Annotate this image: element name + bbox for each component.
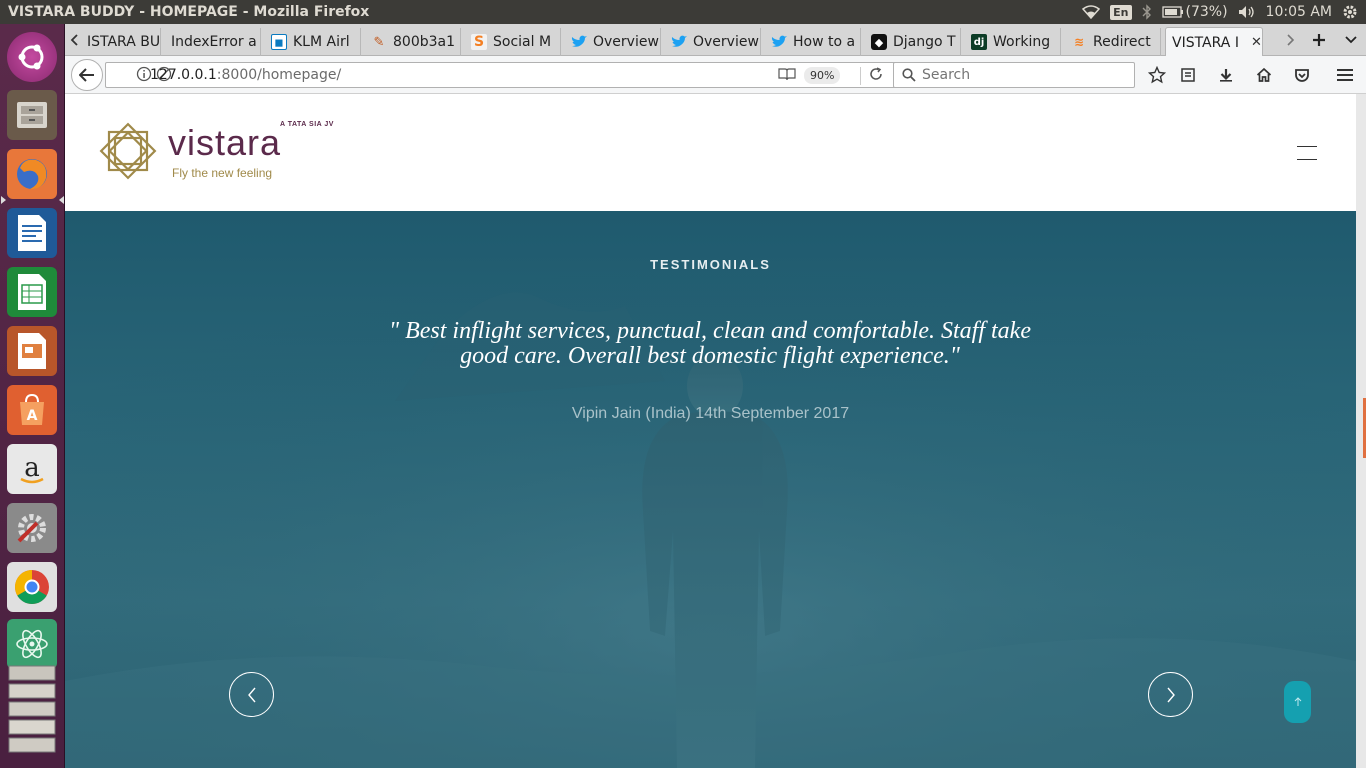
system-tray: En (73%) 10:05 AM <box>1082 0 1366 24</box>
tab[interactable]: ✎ 800b3a1 <box>365 28 461 56</box>
tab-bar: ISTARA BU IndexError a ◼ KLM Airl ✎ 800b… <box>65 24 1366 57</box>
scroll-to-top-button[interactable] <box>1284 681 1311 723</box>
downloads-icon[interactable] <box>1216 65 1236 85</box>
reader-view-icon[interactable] <box>778 67 796 85</box>
chevron-left-icon <box>247 687 256 702</box>
bluetooth-icon[interactable] <box>1142 4 1152 20</box>
volume-icon[interactable] <box>1238 5 1256 19</box>
tab[interactable]: Overview <box>665 28 761 56</box>
brand-name: vistara <box>168 122 282 163</box>
battery-icon[interactable]: (73%) <box>1161 4 1228 20</box>
tab-scroll-left-icon[interactable] <box>67 30 81 50</box>
testimonial-attribution: Vipin Jain (India) 14th September 2017 <box>571 405 850 422</box>
testimonials-heading: TESTIMONIALS <box>650 257 771 272</box>
search-input[interactable] <box>922 67 1122 83</box>
prev-testimonial-button[interactable] <box>229 672 274 717</box>
tata-sia-label: A TATA SIA JV <box>280 121 334 128</box>
tab[interactable]: ◼ KLM Airl <box>265 28 361 56</box>
twitter-icon <box>571 34 587 50</box>
vistara-emblem-icon <box>99 122 157 180</box>
keyboard-indicator[interactable]: En <box>1110 4 1132 20</box>
search-icon <box>902 68 916 82</box>
svg-text:a: a <box>24 453 40 483</box>
reload-icon[interactable] <box>860 67 883 85</box>
amazon-icon[interactable]: a <box>7 444 57 494</box>
tab[interactable]: S Social M <box>465 28 561 56</box>
pocket-icon[interactable] <box>1292 65 1312 85</box>
svg-text:A: A <box>27 408 38 424</box>
tab[interactable]: How to a <box>765 28 861 56</box>
gear-icon[interactable] <box>1342 4 1358 20</box>
arrow-up-icon <box>1294 697 1301 706</box>
tab[interactable]: dj Working <box>965 28 1061 56</box>
new-tab-icon[interactable] <box>1309 30 1329 50</box>
top-panel: VISTARA BUDDY - HOMEPAGE - Mozilla Firef… <box>0 0 1366 24</box>
next-testimonial-button[interactable] <box>1148 672 1193 717</box>
bookmark-star-icon[interactable] <box>1147 65 1167 85</box>
impress-icon[interactable] <box>7 326 57 376</box>
vistara-logo[interactable]: A TATA SIA JV vistara Fly the new feelin… <box>95 118 335 188</box>
workspace-icon[interactable] <box>6 664 58 764</box>
writer-icon[interactable] <box>7 208 57 258</box>
hamburger-menu-icon[interactable] <box>1335 65 1355 85</box>
django-icon: dj <box>971 34 987 50</box>
system-settings-icon[interactable] <box>7 503 57 553</box>
home-icon[interactable] <box>1254 65 1274 85</box>
menu-toggle-button[interactable] <box>1297 146 1317 160</box>
bookmarks-menu-icon[interactable] <box>1178 65 1198 85</box>
chrome-icon[interactable] <box>7 562 57 612</box>
firefox-icon[interactable] <box>7 149 57 199</box>
tab[interactable]: ISTARA BU <box>81 28 161 56</box>
close-tab-icon[interactable]: ✕ <box>1251 35 1262 50</box>
back-button[interactable] <box>71 59 103 91</box>
tab-active[interactable]: VISTARA I ✕ <box>1165 27 1263 57</box>
page-content: A TATA SIA JV vistara Fly the new feelin… <box>65 94 1356 768</box>
github-icon: ◆ <box>871 34 887 50</box>
unity-launcher: A a <box>0 24 65 768</box>
tab[interactable]: ≋ Redirect <box>1065 28 1161 56</box>
feather-icon: ✎ <box>373 34 385 50</box>
stackoverflow-icon: S <box>471 34 487 50</box>
nav-bar: 127.0.0.1:8000/homepage/ 90% <box>65 56 1366 94</box>
tab-scroll-right-icon[interactable] <box>1281 30 1301 50</box>
search-bar[interactable] <box>893 62 1135 88</box>
testimonial-quote: " Best inflight services, punctual, clea… <box>389 318 1031 369</box>
klm-icon: ◼ <box>271 34 287 50</box>
back-arrow-icon <box>79 68 94 82</box>
url-text: 127.0.0.1:8000/homepage/ <box>150 67 342 83</box>
menu-bar-icon <box>1297 146 1317 147</box>
chevron-right-icon <box>1166 687 1175 702</box>
clock[interactable]: 10:05 AM <box>1266 4 1332 20</box>
window-title: VISTARA BUDDY - HOMEPAGE - Mozilla Firef… <box>8 4 370 20</box>
calc-icon[interactable] <box>7 267 57 317</box>
twitter-icon <box>671 34 687 50</box>
tab[interactable]: ◆ Django T <box>865 28 961 56</box>
testimonials-section: TESTIMONIALS " Best inflight services, p… <box>65 211 1356 768</box>
brand-tagline: Fly the new feeling <box>172 166 273 180</box>
zoom-indicator[interactable]: 90% <box>804 67 841 84</box>
wifi-icon[interactable] <box>1082 5 1101 19</box>
atom-icon[interactable] <box>7 619 57 669</box>
software-center-icon[interactable]: A <box>7 385 57 435</box>
ubuntu-dash-icon[interactable] <box>7 32 57 82</box>
url-bar[interactable]: 127.0.0.1:8000/homepage/ 90% <box>105 62 951 88</box>
site-header: A TATA SIA JV vistara Fly the new feelin… <box>65 94 1356 211</box>
tab[interactable]: Overview <box>565 28 661 56</box>
stackoverflow-icon: ≋ <box>1073 35 1085 49</box>
tab[interactable]: IndexError a <box>165 28 261 56</box>
files-icon[interactable] <box>7 90 57 140</box>
twitter-icon <box>771 34 787 50</box>
battery-percent: (73%) <box>1185 4 1228 20</box>
menu-bar-icon <box>1297 159 1317 160</box>
tab-list-icon[interactable] <box>1341 30 1361 50</box>
